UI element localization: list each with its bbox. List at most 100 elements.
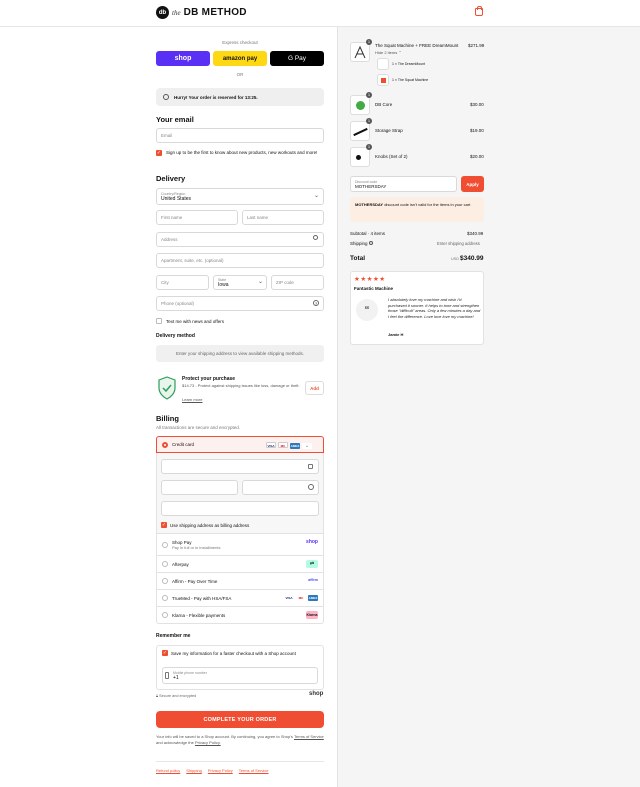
billing-heading: Billing bbox=[156, 414, 179, 423]
truemed-radio[interactable] bbox=[162, 595, 168, 601]
mastercard-icon: MC bbox=[296, 595, 306, 601]
afterpay-icon: ⇄ bbox=[306, 560, 318, 568]
review-stars: ★★★★★ bbox=[354, 276, 386, 283]
item-name: Storage Strap bbox=[375, 128, 403, 133]
last-name-field[interactable]: Last name bbox=[242, 210, 324, 225]
shop-pay-logo: shop bbox=[306, 539, 318, 545]
shop-privacy-link[interactable]: Privacy Policy. bbox=[195, 740, 221, 745]
shop-pay-radio[interactable] bbox=[162, 542, 168, 548]
text-me-label: Text me with news and offers bbox=[166, 319, 224, 324]
info-icon[interactable] bbox=[368, 241, 373, 245]
discount-error: MOTHERSDAY discount code isn't valid for… bbox=[350, 197, 484, 222]
secure-label: 🔒︎ Secure and encrypted bbox=[156, 694, 197, 698]
protect-description: $14.73 - Protect against shipping issues… bbox=[182, 383, 300, 388]
delivery-method-notice: Enter your shipping address to view avai… bbox=[156, 345, 324, 362]
shipping-link[interactable]: Shipping bbox=[186, 768, 202, 773]
shop-pay-sub: Pay in full or in installments bbox=[172, 544, 221, 550]
refund-policy-link[interactable]: Refund policy bbox=[156, 768, 180, 773]
shipping-label: Shipping bbox=[350, 241, 368, 246]
quote-icon: “ bbox=[356, 299, 378, 321]
affirm-option[interactable]: Affirm - Pay Over Time affirm bbox=[156, 573, 324, 590]
country-select[interactable]: Country/Region United States bbox=[156, 188, 324, 205]
credit-card-radio[interactable] bbox=[162, 442, 168, 448]
discount-error-text: discount code isn't valid for the items … bbox=[384, 202, 471, 207]
truemed-label: TrueMed - Pay with HSA/FSA bbox=[172, 595, 232, 601]
clock-icon bbox=[163, 94, 169, 100]
apply-discount-button[interactable]: Apply bbox=[461, 176, 484, 192]
item-price: $271.99 bbox=[468, 43, 485, 48]
expiration-field[interactable] bbox=[161, 480, 238, 495]
footer-divider bbox=[156, 761, 324, 762]
delivery-heading: Delivery bbox=[156, 174, 186, 183]
amex-icon: AMEX bbox=[290, 443, 300, 449]
first-name-field[interactable]: First name bbox=[156, 210, 238, 225]
email-field[interactable]: Email bbox=[156, 128, 324, 143]
afterpay-option[interactable]: Afterpay ⇄ bbox=[156, 556, 324, 573]
visa-icon: VISA bbox=[284, 595, 294, 601]
shopping-bag-icon[interactable] bbox=[475, 6, 483, 16]
mobile-icon bbox=[165, 672, 169, 679]
klarna-radio[interactable] bbox=[162, 612, 168, 618]
subtotal-label: Subtotal · 4 items bbox=[350, 231, 386, 236]
add-protection-button[interactable]: Add bbox=[305, 381, 324, 395]
affirm-icon: affirm bbox=[308, 578, 318, 582]
country-value: United States bbox=[161, 195, 192, 202]
delivery-method-heading: Delivery method bbox=[156, 333, 195, 339]
mobile-phone-field[interactable]: Mobile phone number +1 bbox=[162, 667, 318, 684]
product-thumbnail bbox=[350, 42, 370, 62]
shop-pay-button[interactable]: shop bbox=[156, 51, 210, 66]
truemed-option[interactable]: TrueMed - Pay with HSA/FSA VISA MC AMEX bbox=[156, 590, 324, 607]
afterpay-radio[interactable] bbox=[162, 561, 168, 567]
email-heading: Your email bbox=[156, 115, 194, 124]
shop-terms-link[interactable]: Terms of Service bbox=[294, 734, 324, 739]
amex-icon: AMEX bbox=[308, 595, 318, 601]
product-thumbnail bbox=[350, 95, 370, 115]
credit-card-label: Credit card bbox=[172, 442, 195, 447]
privacy-policy-link[interactable]: Privacy Policy bbox=[208, 768, 233, 773]
reserve-notice: Hurry! Your order is reserved for 13:25. bbox=[156, 88, 324, 106]
name-on-card-field[interactable] bbox=[161, 501, 319, 516]
discount-error-code: MOTHERSDAY bbox=[355, 202, 384, 207]
klarna-option[interactable]: Klarna - Flexible payments Klarna bbox=[156, 607, 324, 624]
text-me-checkbox[interactable] bbox=[156, 318, 162, 324]
affirm-radio[interactable] bbox=[162, 578, 168, 584]
city-field[interactable]: City bbox=[156, 275, 209, 290]
apartment-field[interactable]: Apartment, suite, etc. (optional) bbox=[156, 253, 324, 268]
complete-order-button[interactable]: COMPLETE YOUR ORDER bbox=[156, 711, 324, 728]
help-icon[interactable] bbox=[308, 484, 314, 490]
amazon-pay-button[interactable]: amazon pay bbox=[213, 51, 267, 66]
subitem-image bbox=[381, 78, 386, 83]
address-field[interactable]: Address bbox=[156, 232, 324, 247]
hide-items-toggle[interactable]: Hide 2 items ⌃ bbox=[375, 50, 402, 55]
card-number-field[interactable] bbox=[161, 459, 319, 474]
help-icon[interactable]: ? bbox=[313, 300, 319, 306]
shipping-label-row: Shipping bbox=[350, 241, 373, 246]
quantity-badge: 1 bbox=[366, 39, 372, 45]
brand-logo[interactable]: db the DB METHOD bbox=[156, 6, 247, 19]
search-icon bbox=[313, 235, 318, 240]
same-address-checkbox[interactable]: ✓ bbox=[161, 522, 167, 528]
review-author: Jamie H bbox=[388, 332, 404, 337]
google-pay-button[interactable]: G Pay bbox=[270, 51, 324, 66]
chevron-down-icon: ⌄ bbox=[314, 193, 320, 199]
truemed-card-logos: VISA MC AMEX bbox=[282, 595, 318, 601]
save-info-checkbox[interactable]: ✓ bbox=[162, 650, 168, 656]
credit-card-option[interactable]: Credit card VISA MC AMEX + bbox=[156, 436, 324, 453]
express-checkout-title: Express checkout bbox=[222, 40, 258, 45]
quantity-badge: 1 bbox=[366, 92, 372, 98]
learn-more-link[interactable]: Learn more bbox=[182, 397, 202, 402]
phone-field[interactable]: Phone (optional) bbox=[156, 296, 324, 311]
chevron-down-icon: ⌄ bbox=[258, 279, 264, 285]
order-summary-panel bbox=[337, 27, 640, 787]
remember-me-heading: Remember me bbox=[156, 633, 191, 639]
protect-title: Protect your purchase bbox=[182, 376, 236, 382]
discount-field[interactable]: Discount code MOTHERSDAY bbox=[350, 176, 457, 192]
zip-field[interactable]: ZIP code bbox=[271, 275, 324, 290]
shop-pay-option[interactable]: Shop Pay Pay in full or in installments … bbox=[156, 534, 324, 556]
item-price: $19.00 bbox=[470, 128, 484, 133]
terms-link[interactable]: Terms of Service bbox=[239, 768, 269, 773]
product-image bbox=[356, 155, 361, 160]
signup-checkbox[interactable]: ✓ bbox=[156, 150, 162, 156]
item-price: $20.00 bbox=[470, 154, 484, 159]
product-image bbox=[353, 127, 368, 137]
